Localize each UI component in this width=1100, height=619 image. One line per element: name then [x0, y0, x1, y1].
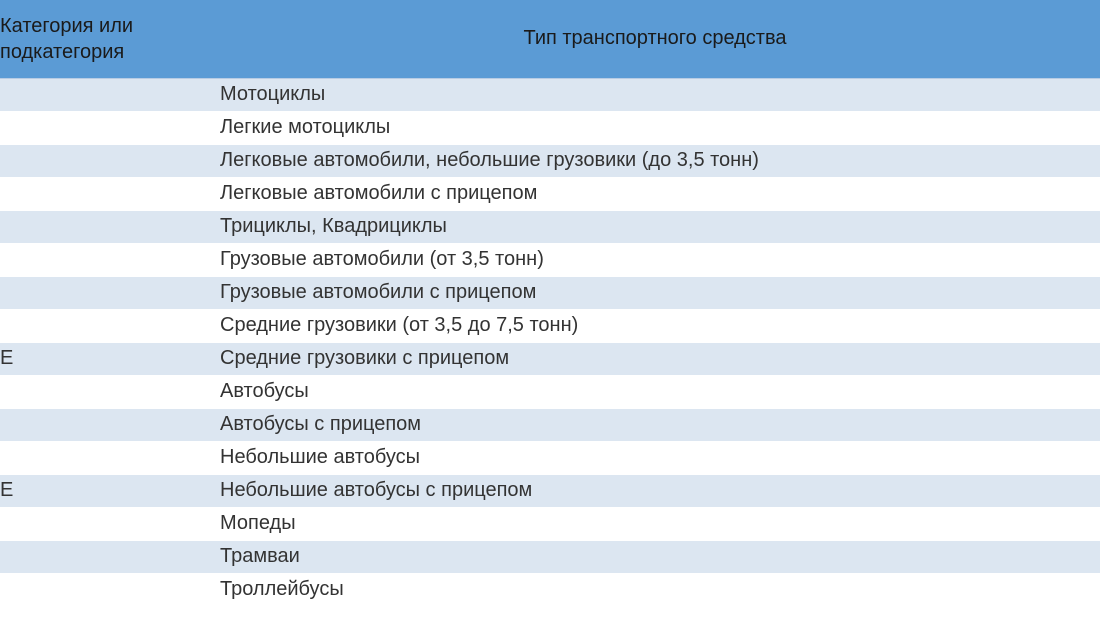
table-row: Трамваи: [0, 540, 1100, 573]
vehicle-category-table: Категория или подкатегория Тип транспорт…: [0, 0, 1100, 607]
table-row: E Средние грузовики с прицепом: [0, 342, 1100, 375]
table-header-row: Категория или подкатегория Тип транспорт…: [0, 0, 1100, 78]
cell-type: Автобусы с прицепом: [210, 408, 1100, 441]
cell-type: Грузовые автомобили с прицепом: [210, 276, 1100, 309]
cell-type: Средние грузовики с прицепом: [210, 342, 1100, 375]
cell-type: Средние грузовики (от 3,5 до 7,5 тонн): [210, 309, 1100, 342]
cell-category: [0, 441, 210, 474]
cell-type: Легковые автомобили с прицепом: [210, 177, 1100, 210]
cell-category: [0, 540, 210, 573]
cell-category: [0, 276, 210, 309]
table-row: Автобусы с прицепом: [0, 408, 1100, 441]
cell-category: [0, 309, 210, 342]
table-row: Мопеды: [0, 507, 1100, 540]
header-type: Тип транспортного средства: [210, 0, 1100, 78]
cell-type: Небольшие автобусы с прицепом: [210, 474, 1100, 507]
cell-category: [0, 177, 210, 210]
cell-type: Мотоциклы: [210, 78, 1100, 111]
cell-type: Легкие мотоциклы: [210, 111, 1100, 144]
header-category-line2: подкатегория: [0, 41, 124, 63]
cell-category: [0, 111, 210, 144]
cell-category: [0, 507, 210, 540]
cell-category: [0, 375, 210, 408]
cell-category: [0, 408, 210, 441]
cell-category: [0, 243, 210, 276]
cell-type: Троллейбусы: [210, 573, 1100, 606]
cell-category: E: [0, 342, 210, 375]
cell-type: Трициклы, Квадрициклы: [210, 210, 1100, 243]
cell-type: Грузовые автомобили (от 3,5 тонн): [210, 243, 1100, 276]
table-row: Грузовые автомобили (от 3,5 тонн): [0, 243, 1100, 276]
table-row: Автобусы: [0, 375, 1100, 408]
table-row: Средние грузовики (от 3,5 до 7,5 тонн): [0, 309, 1100, 342]
table-row: Трициклы, Квадрициклы: [0, 210, 1100, 243]
table-row: Небольшие автобусы: [0, 441, 1100, 474]
cell-category: E: [0, 474, 210, 507]
table-row: Легковые автомобили, небольшие грузовики…: [0, 144, 1100, 177]
cell-type: Мопеды: [210, 507, 1100, 540]
cell-category: [0, 573, 210, 606]
table-row: E Небольшие автобусы с прицепом: [0, 474, 1100, 507]
table-body: Мотоциклы Легкие мотоциклы Легковые авто…: [0, 78, 1100, 606]
header-category: Категория или подкатегория: [0, 0, 210, 78]
table-row: Легкие мотоциклы: [0, 111, 1100, 144]
header-category-line1: Категория или: [0, 15, 133, 37]
cell-type: Автобусы: [210, 375, 1100, 408]
table-row: Легковые автомобили с прицепом: [0, 177, 1100, 210]
cell-type: Небольшие автобусы: [210, 441, 1100, 474]
table-row: Мотоциклы: [0, 78, 1100, 111]
cell-type: Трамваи: [210, 540, 1100, 573]
cell-category: [0, 78, 210, 111]
table-row: Троллейбусы: [0, 573, 1100, 606]
table-row: Грузовые автомобили с прицепом: [0, 276, 1100, 309]
cell-type: Легковые автомобили, небольшие грузовики…: [210, 144, 1100, 177]
cell-category: [0, 210, 210, 243]
cell-category: [0, 144, 210, 177]
